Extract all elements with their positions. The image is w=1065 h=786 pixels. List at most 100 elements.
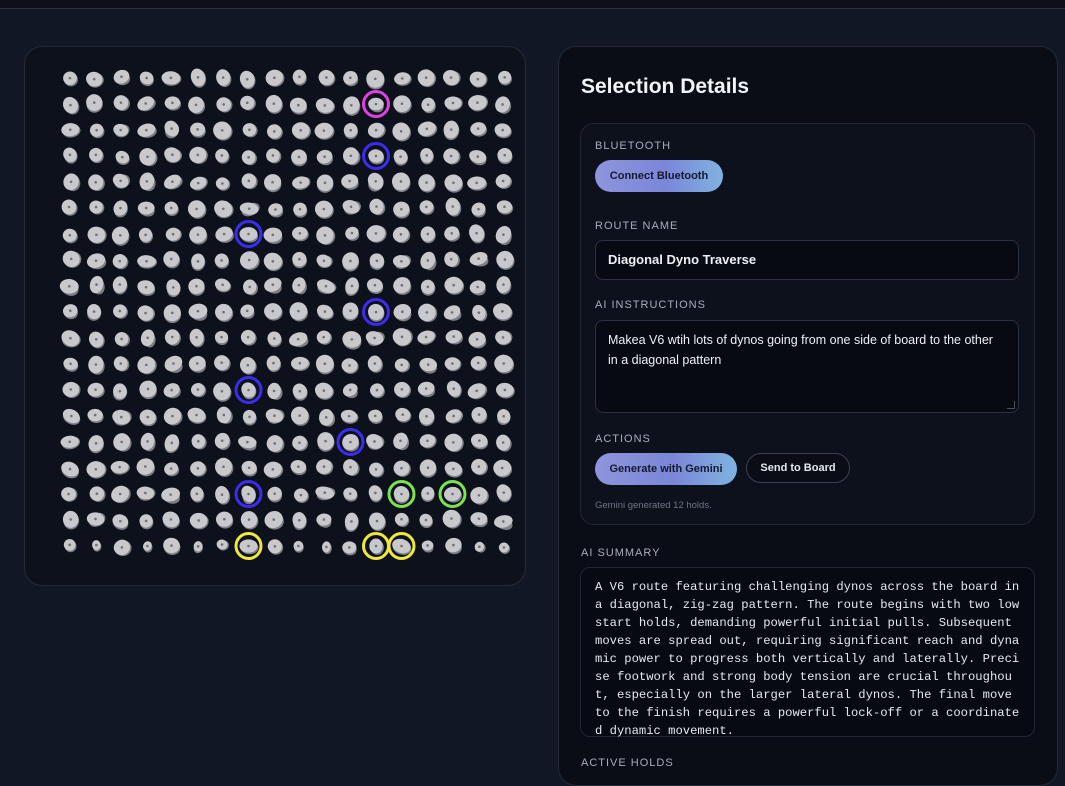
hold[interactable] [238, 355, 258, 375]
hold[interactable] [215, 303, 234, 322]
hold[interactable] [467, 92, 491, 114]
hold[interactable] [187, 224, 209, 246]
hold[interactable] [341, 198, 363, 217]
hold[interactable] [111, 302, 129, 320]
hold[interactable] [216, 538, 231, 552]
hold[interactable] [262, 172, 285, 195]
hold[interactable] [417, 511, 435, 530]
hold[interactable] [365, 170, 387, 194]
hold[interactable] [339, 250, 361, 274]
hold[interactable] [161, 172, 184, 192]
hold[interactable] [470, 432, 490, 451]
hold[interactable] [213, 251, 231, 270]
hold[interactable] [188, 175, 210, 194]
hold[interactable] [291, 201, 309, 220]
hold[interactable] [313, 380, 335, 400]
hold[interactable] [138, 69, 156, 88]
hold[interactable] [212, 430, 232, 451]
hold[interactable] [341, 381, 360, 401]
hold[interactable] [215, 511, 235, 530]
hold[interactable] [443, 407, 465, 426]
hold[interactable] [291, 121, 312, 141]
hold[interactable] [390, 170, 413, 194]
hold[interactable] [164, 201, 180, 217]
hold[interactable] [391, 430, 411, 452]
hold[interactable] [190, 461, 208, 478]
hold[interactable] [493, 94, 513, 115]
hold[interactable] [137, 255, 158, 270]
hold[interactable] [390, 326, 416, 350]
hold[interactable] [290, 251, 309, 270]
hold[interactable] [135, 303, 157, 324]
hold[interactable] [416, 328, 439, 347]
hold[interactable] [59, 459, 82, 481]
hold[interactable] [392, 200, 412, 220]
hold[interactable] [88, 274, 107, 296]
hold[interactable] [187, 199, 208, 220]
hold[interactable] [441, 146, 463, 167]
hold[interactable] [91, 539, 102, 552]
hold[interactable] [444, 174, 465, 194]
hold[interactable] [164, 226, 183, 244]
hold[interactable] [62, 228, 78, 244]
hold[interactable] [498, 542, 511, 555]
hold[interactable] [470, 355, 488, 372]
hold[interactable] [419, 95, 438, 114]
hold[interactable] [440, 507, 464, 531]
hold[interactable] [264, 68, 287, 90]
hold[interactable] [237, 248, 261, 272]
hold[interactable] [215, 68, 233, 88]
hold[interactable] [343, 224, 361, 242]
hold[interactable] [442, 224, 461, 242]
hold[interactable] [394, 381, 413, 400]
hold[interactable] [287, 330, 309, 348]
hold[interactable] [240, 460, 259, 479]
hold[interactable] [443, 250, 463, 270]
hold[interactable] [112, 537, 134, 558]
hold[interactable] [496, 199, 514, 215]
hold[interactable] [418, 199, 435, 216]
hold[interactable] [314, 353, 337, 376]
hold[interactable] [445, 197, 463, 218]
hold[interactable] [162, 118, 182, 140]
hold[interactable] [367, 148, 386, 166]
hold[interactable] [390, 120, 413, 143]
hold[interactable] [314, 172, 336, 196]
hold[interactable] [492, 514, 514, 533]
hold[interactable] [62, 380, 83, 400]
hold[interactable] [239, 539, 259, 555]
hold[interactable] [467, 330, 488, 350]
hold[interactable] [418, 432, 439, 451]
hold[interactable] [134, 353, 159, 377]
hold[interactable] [290, 381, 309, 401]
hold[interactable] [420, 226, 437, 244]
hold[interactable] [368, 381, 386, 399]
hold[interactable] [393, 95, 412, 114]
hold[interactable] [215, 405, 235, 426]
hold[interactable] [291, 511, 308, 531]
hold[interactable] [141, 540, 153, 553]
hold[interactable] [239, 200, 262, 219]
hold[interactable] [442, 120, 462, 142]
hold[interactable] [470, 303, 489, 323]
hold[interactable] [111, 354, 132, 374]
hold[interactable] [364, 67, 388, 92]
hold[interactable] [493, 459, 513, 478]
hold[interactable] [467, 148, 488, 168]
hold[interactable] [110, 460, 130, 476]
hold[interactable] [341, 94, 362, 117]
hold[interactable] [187, 354, 208, 375]
hold[interactable] [89, 199, 107, 216]
hold[interactable] [86, 381, 105, 398]
hold[interactable] [264, 407, 287, 427]
hold[interactable] [87, 484, 108, 504]
hold[interactable] [444, 357, 463, 373]
hold[interactable] [135, 456, 157, 477]
hold[interactable] [443, 486, 463, 503]
hold[interactable] [215, 177, 232, 192]
hold[interactable] [415, 66, 438, 88]
hold[interactable] [316, 68, 336, 87]
hold[interactable] [366, 120, 389, 141]
hold[interactable] [212, 198, 235, 220]
hold[interactable] [441, 302, 463, 322]
